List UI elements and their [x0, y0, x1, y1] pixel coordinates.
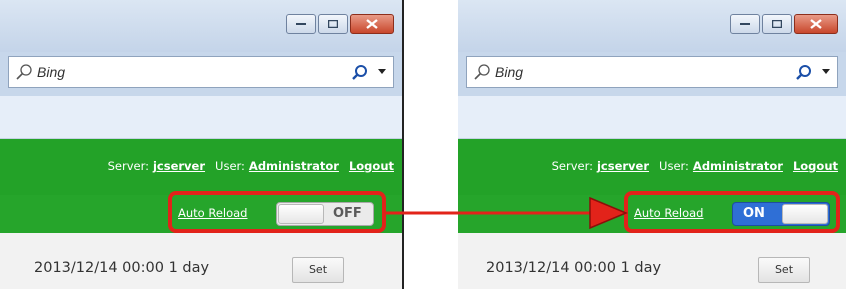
- window-edge-divider: [402, 0, 404, 289]
- minimize-icon: [296, 23, 306, 25]
- browser-window-before: Bing Server: jcserver User: Administrator Lo…: [0, 0, 402, 289]
- tab-strip: [0, 96, 402, 139]
- session-info: Server: jcserver User: Administrator Logout: [552, 159, 838, 173]
- search-go-icon[interactable]: [351, 64, 369, 82]
- server-label: Server:: [551, 159, 593, 173]
- content-area: 2013/12/14 00:00 1 day Set: [0, 233, 402, 289]
- logout-link[interactable]: Logout: [793, 159, 838, 173]
- minimize-button[interactable]: [286, 14, 316, 34]
- search-input[interactable]: Bing: [8, 56, 394, 88]
- search-row: Bing: [458, 52, 846, 96]
- date-range-text: 2013/12/14 00:00 1 day: [34, 260, 210, 276]
- search-placeholder: Bing: [495, 64, 524, 80]
- session-info: Server: jcserver User: Administrator Logout: [108, 159, 394, 173]
- browser-window-after: Bing Server: jcserver User: Administrator Lo…: [458, 0, 846, 289]
- close-button[interactable]: [794, 14, 838, 34]
- close-button[interactable]: [350, 14, 394, 34]
- title-bar: [458, 0, 846, 52]
- dropdown-arrow-icon[interactable]: [377, 66, 387, 76]
- content-area: 2013/12/14 00:00 1 day Set: [458, 233, 846, 289]
- highlight-frame: [168, 191, 386, 233]
- dropdown-arrow-icon[interactable]: [821, 66, 831, 76]
- tab-strip: [458, 96, 846, 139]
- maximize-icon: [772, 20, 782, 28]
- minimize-icon: [740, 23, 750, 25]
- search-input[interactable]: Bing: [466, 56, 838, 88]
- search-icon: [16, 64, 32, 80]
- highlight-frame: [624, 191, 840, 233]
- user-label: User:: [659, 159, 689, 173]
- title-bar: [0, 0, 402, 52]
- server-link[interactable]: jcserver: [597, 159, 649, 173]
- minimize-button[interactable]: [730, 14, 760, 34]
- header-bar: Server: jcserver User: Administrator Logout: [0, 139, 402, 195]
- user-label: User:: [215, 159, 245, 173]
- maximize-button[interactable]: [318, 14, 348, 34]
- maximize-icon: [328, 20, 338, 28]
- arrow-icon: [384, 196, 628, 230]
- logout-link[interactable]: Logout: [349, 159, 394, 173]
- search-go-icon[interactable]: [795, 64, 813, 82]
- maximize-button[interactable]: [762, 14, 792, 34]
- user-link[interactable]: Administrator: [249, 159, 339, 173]
- search-icon: [474, 64, 490, 80]
- search-row: Bing: [0, 52, 402, 96]
- window-controls: [286, 14, 394, 34]
- server-link[interactable]: jcserver: [153, 159, 205, 173]
- search-placeholder: Bing: [37, 64, 66, 80]
- server-label: Server:: [107, 159, 149, 173]
- user-link[interactable]: Administrator: [693, 159, 783, 173]
- header-bar: Server: jcserver User: Administrator Logout: [458, 139, 846, 195]
- close-icon: [366, 19, 378, 29]
- set-button[interactable]: Set: [292, 257, 344, 283]
- set-button[interactable]: Set: [758, 257, 810, 283]
- close-icon: [810, 19, 822, 29]
- date-range-text: 2013/12/14 00:00 1 day: [486, 260, 662, 276]
- window-controls: [730, 14, 838, 34]
